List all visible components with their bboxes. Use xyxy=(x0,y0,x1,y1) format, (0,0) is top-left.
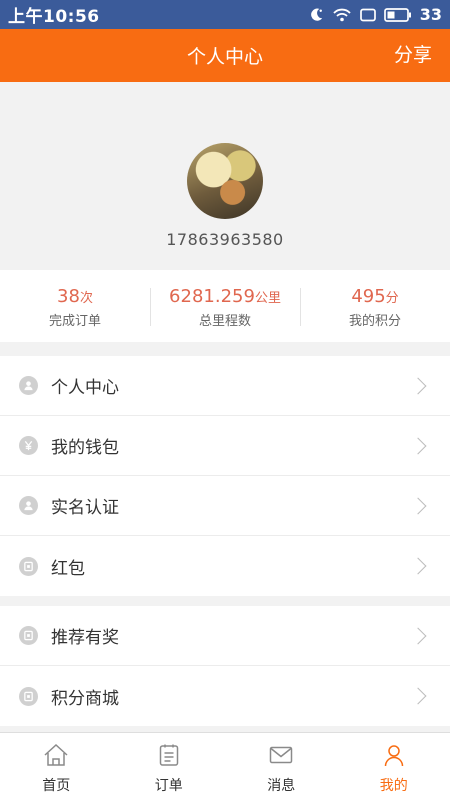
stat-unit: 分 xyxy=(385,291,399,306)
battery-icon xyxy=(383,7,412,22)
home-icon xyxy=(43,743,69,771)
card-icon xyxy=(19,556,38,576)
menu-group-rewards: 推荐有奖 积分商城 xyxy=(0,606,450,726)
tab-home[interactable]: 首页 xyxy=(0,733,113,800)
card-icon xyxy=(19,686,38,706)
stat-unit: 次 xyxy=(79,291,93,306)
menu-label: 个人中心 xyxy=(51,378,119,398)
stat-value: 38 xyxy=(57,286,80,307)
tab-label: 首页 xyxy=(42,778,71,794)
tab-messages[interactable]: 消息 xyxy=(225,733,338,800)
avatar[interactable] xyxy=(187,143,263,219)
stat-value: 495 xyxy=(351,286,386,307)
stat-label: 总里程数 xyxy=(198,314,251,329)
menu-label: 红包 xyxy=(51,558,85,579)
chevron-right-icon xyxy=(409,497,427,514)
menu-label: 积分商城 xyxy=(51,688,119,709)
chevron-right-icon xyxy=(409,627,427,644)
menu-label: 我的钱包 xyxy=(51,438,119,458)
tab-label: 订单 xyxy=(154,778,183,794)
stat-value: 6281.259 xyxy=(169,286,255,307)
stat-my-points[interactable]: 495分 我的积分 xyxy=(300,270,450,342)
user-icon xyxy=(382,743,406,771)
tab-label: 消息 xyxy=(267,778,296,794)
bottom-tab-bar: 首页 订单 消息 我的 xyxy=(0,732,450,800)
stat-unit: 公里 xyxy=(254,291,281,306)
person-icon xyxy=(19,376,38,395)
order-icon xyxy=(157,743,181,771)
page-title: 个人中心 xyxy=(186,46,263,68)
tab-label: 我的 xyxy=(379,778,408,794)
stats-row: 38次 完成订单 6281.259公里 总里程数 495分 我的积分 xyxy=(0,270,450,342)
person-icon xyxy=(19,496,38,515)
status-icons: 33 xyxy=(309,5,442,24)
status-bar: 上午10:56 33 xyxy=(0,0,450,29)
menu-item-wallet[interactable]: 我的钱包 xyxy=(0,416,450,476)
stat-label: 我的积分 xyxy=(348,314,401,329)
tab-mine[interactable]: 我的 xyxy=(338,733,450,800)
menu-item-points-mall[interactable]: 积分商城 xyxy=(0,666,450,726)
menu-item-red-packet[interactable]: 红包 xyxy=(0,536,450,596)
stat-completed-orders[interactable]: 38次 完成订单 xyxy=(0,270,150,342)
chevron-right-icon xyxy=(409,377,427,394)
menu-label: 推荐有奖 xyxy=(51,628,119,648)
menu-item-personal-center[interactable]: 个人中心 xyxy=(0,356,450,416)
menu-label: 实名认证 xyxy=(51,498,119,518)
message-icon xyxy=(268,743,294,771)
wifi-icon xyxy=(332,7,352,23)
stat-total-mileage[interactable]: 6281.259公里 总里程数 xyxy=(150,270,300,342)
share-button[interactable]: 分享 xyxy=(394,29,432,82)
battery-level: 33 xyxy=(419,5,442,24)
screen-icon xyxy=(359,8,376,22)
header-bar: 个人中心 分享 xyxy=(0,29,450,82)
profile-section: 17863963580 xyxy=(0,82,450,270)
tab-orders[interactable]: 订单 xyxy=(113,733,226,800)
status-time: 上午10:56 xyxy=(8,7,100,27)
menu-item-referral-reward[interactable]: 推荐有奖 xyxy=(0,606,450,666)
chevron-right-icon xyxy=(409,557,427,575)
card-icon xyxy=(19,626,38,645)
stat-label: 完成订单 xyxy=(48,314,101,329)
menu-group-account: 个人中心 我的钱包 实名认证 红包 xyxy=(0,356,450,596)
menu-item-real-name-verification[interactable]: 实名认证 xyxy=(0,476,450,536)
chevron-right-icon xyxy=(409,437,427,454)
chevron-right-icon xyxy=(409,687,427,705)
phone-number: 17863963580 xyxy=(166,230,284,249)
yen-icon xyxy=(19,436,38,455)
moon-icon xyxy=(309,7,324,22)
